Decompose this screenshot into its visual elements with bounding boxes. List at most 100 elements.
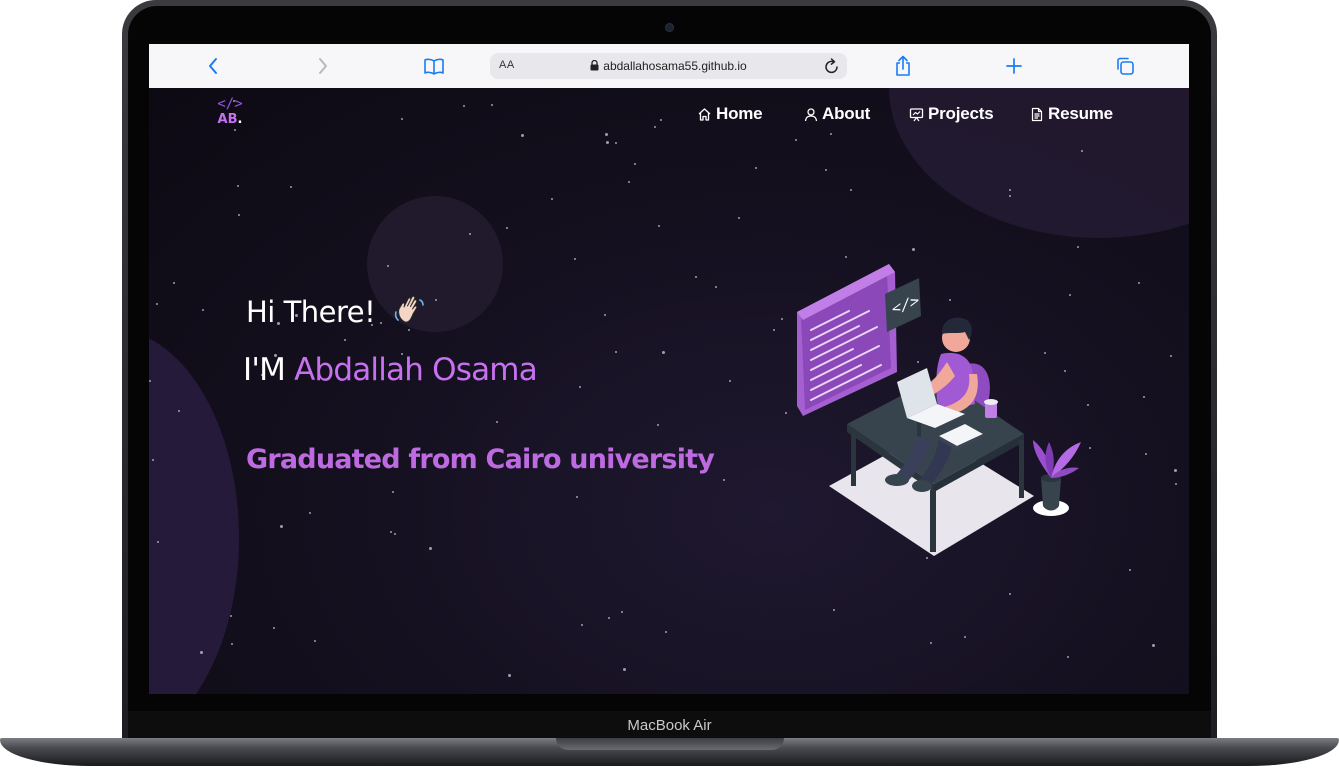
star [280,525,283,528]
star [1129,569,1131,571]
nav-label-home: Home [716,104,763,123]
star [1143,396,1145,398]
laptop-hinge-notch [556,738,784,750]
star [521,134,524,137]
nav-item-home[interactable]: Home [697,104,763,124]
star [964,636,966,638]
star [795,139,797,141]
star [604,314,606,316]
lock-icon [590,60,599,71]
star [394,533,396,535]
hero-name: Abdallah Osama [294,352,538,388]
star [392,491,394,493]
star [833,609,835,611]
star [237,185,239,187]
star [695,276,697,278]
home-icon [698,107,711,121]
nav-item-about[interactable]: About [804,104,870,124]
nav-label-about: About [822,104,871,123]
reload-icon[interactable] [824,57,840,80]
star [387,265,389,267]
star [1077,246,1079,248]
tabs-icon[interactable] [1113,54,1137,78]
star [152,459,154,461]
address-bar[interactable]: AA abdallahosama55.github.io [490,53,847,79]
star [785,412,787,414]
star [579,386,581,388]
decor-blob [367,196,503,332]
star [658,225,660,227]
star [1170,355,1172,357]
hero-intro-prefix: I'M [243,352,295,388]
star [1145,453,1147,455]
decor-blob [149,328,239,694]
developer-at-desk-illustration: </> [789,256,1089,561]
star [608,617,610,619]
star [623,668,626,671]
share-icon[interactable] [891,54,915,78]
laptop-screen: AA abdallahosama55.github.io </> AB. Hom… [149,44,1189,694]
star [469,233,471,235]
star [576,496,578,498]
star [1175,483,1177,485]
star [273,627,275,629]
star [1152,644,1155,647]
star [344,339,346,341]
star [781,318,783,320]
user-icon [804,107,818,121]
star [912,248,915,251]
nav-label-projects: Projects [928,104,994,123]
star [657,424,659,426]
star [230,615,232,617]
star [234,129,236,131]
star [615,142,617,144]
star [156,303,158,305]
star [723,479,725,481]
star [1009,593,1011,595]
star [429,547,432,550]
device-label: MacBook Air [627,717,712,734]
star [738,217,740,219]
star [1009,189,1011,191]
star [1081,150,1083,152]
star [665,631,667,633]
star [551,198,553,200]
bookmarks-icon[interactable] [422,54,446,78]
star [390,531,392,533]
back-icon[interactable] [201,54,225,78]
hero-greeting: Hi There! [246,295,376,329]
nav-label-resume: Resume [1048,104,1113,123]
star [615,351,617,353]
star [574,258,576,260]
waving-hand-icon [393,294,427,331]
star [314,640,316,642]
document-icon [1031,107,1043,121]
star [1009,195,1011,197]
star [825,169,827,171]
url-text: abdallahosama55.github.io [603,59,747,73]
star [200,651,203,654]
star [309,512,311,514]
star [581,624,583,626]
star [231,643,233,645]
star [435,299,437,301]
nav-item-projects[interactable]: Projects [909,104,994,124]
nav-item-resume[interactable]: Resume [1030,104,1113,124]
camera-icon [666,24,673,31]
star [773,329,775,331]
star [850,189,852,191]
star [202,309,204,311]
browser-toolbar: AA abdallahosama55.github.io [149,44,1189,89]
projects-icon [909,107,924,121]
star [605,133,608,136]
star [508,674,511,677]
star [290,186,292,188]
star [496,421,498,423]
portfolio-page: </> AB. Home About Projects Resume Hi Th… [149,88,1189,694]
star [178,410,180,412]
forward-icon[interactable] [311,54,335,78]
star [506,227,508,229]
star [1089,447,1091,449]
star [1067,656,1069,658]
new-tab-icon[interactable] [1002,54,1026,78]
